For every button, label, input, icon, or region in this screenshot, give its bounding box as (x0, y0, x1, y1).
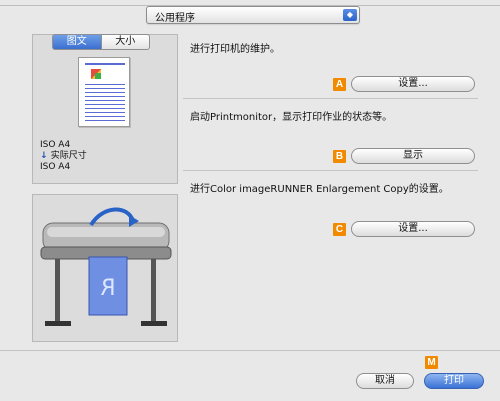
footer-divider (0, 350, 500, 351)
printmonitor-display-button[interactable]: 显示 (351, 148, 475, 164)
updown-arrow-icon: ◆ (343, 9, 357, 21)
cancel-button[interactable]: 取消 (356, 373, 414, 389)
badge-m: M (425, 356, 438, 369)
maintenance-description: 进行打印机的维护。 (190, 44, 280, 55)
dropdown-value: 公用程序 (155, 13, 195, 24)
large-format-printer-icon: R (40, 207, 172, 326)
enlargement-copy-description: 进行Color imageRUNNER Enlargement Copy的设置。 (190, 184, 449, 195)
tab-size[interactable]: 大小 (101, 34, 150, 50)
section-divider (183, 170, 478, 171)
tab-layout[interactable]: 图文 (52, 34, 102, 50)
paper-size-info: ISO A4 ↓ 实际尺寸 ISO A4 (40, 140, 87, 173)
preview-tab-group: 图文 大小 (52, 34, 150, 50)
badge-b: B (333, 150, 346, 163)
arrow-down-icon: ↓ (40, 151, 51, 161)
badge-c: C (333, 223, 346, 236)
print-button[interactable]: 打印 (424, 373, 484, 389)
output-paper-size: ISO A4 (40, 162, 71, 172)
scale-label: 实际尺寸 (50, 151, 87, 161)
printer-illustration-panel: R (32, 194, 178, 342)
svg-text:R: R (100, 276, 115, 301)
panel-select-dropdown[interactable]: 公用程序 ◆ (146, 6, 360, 24)
badge-a: A (333, 78, 346, 91)
source-paper-size: ISO A4 (40, 140, 71, 150)
section-divider (183, 98, 478, 99)
page-preview-thumbnail (78, 57, 130, 127)
maintenance-settings-button[interactable]: 设置... (351, 76, 475, 92)
enlargement-copy-settings-button[interactable]: 设置... (351, 221, 475, 237)
printmonitor-description: 启动Printmonitor，显示打印作业的状态等。 (190, 112, 393, 123)
